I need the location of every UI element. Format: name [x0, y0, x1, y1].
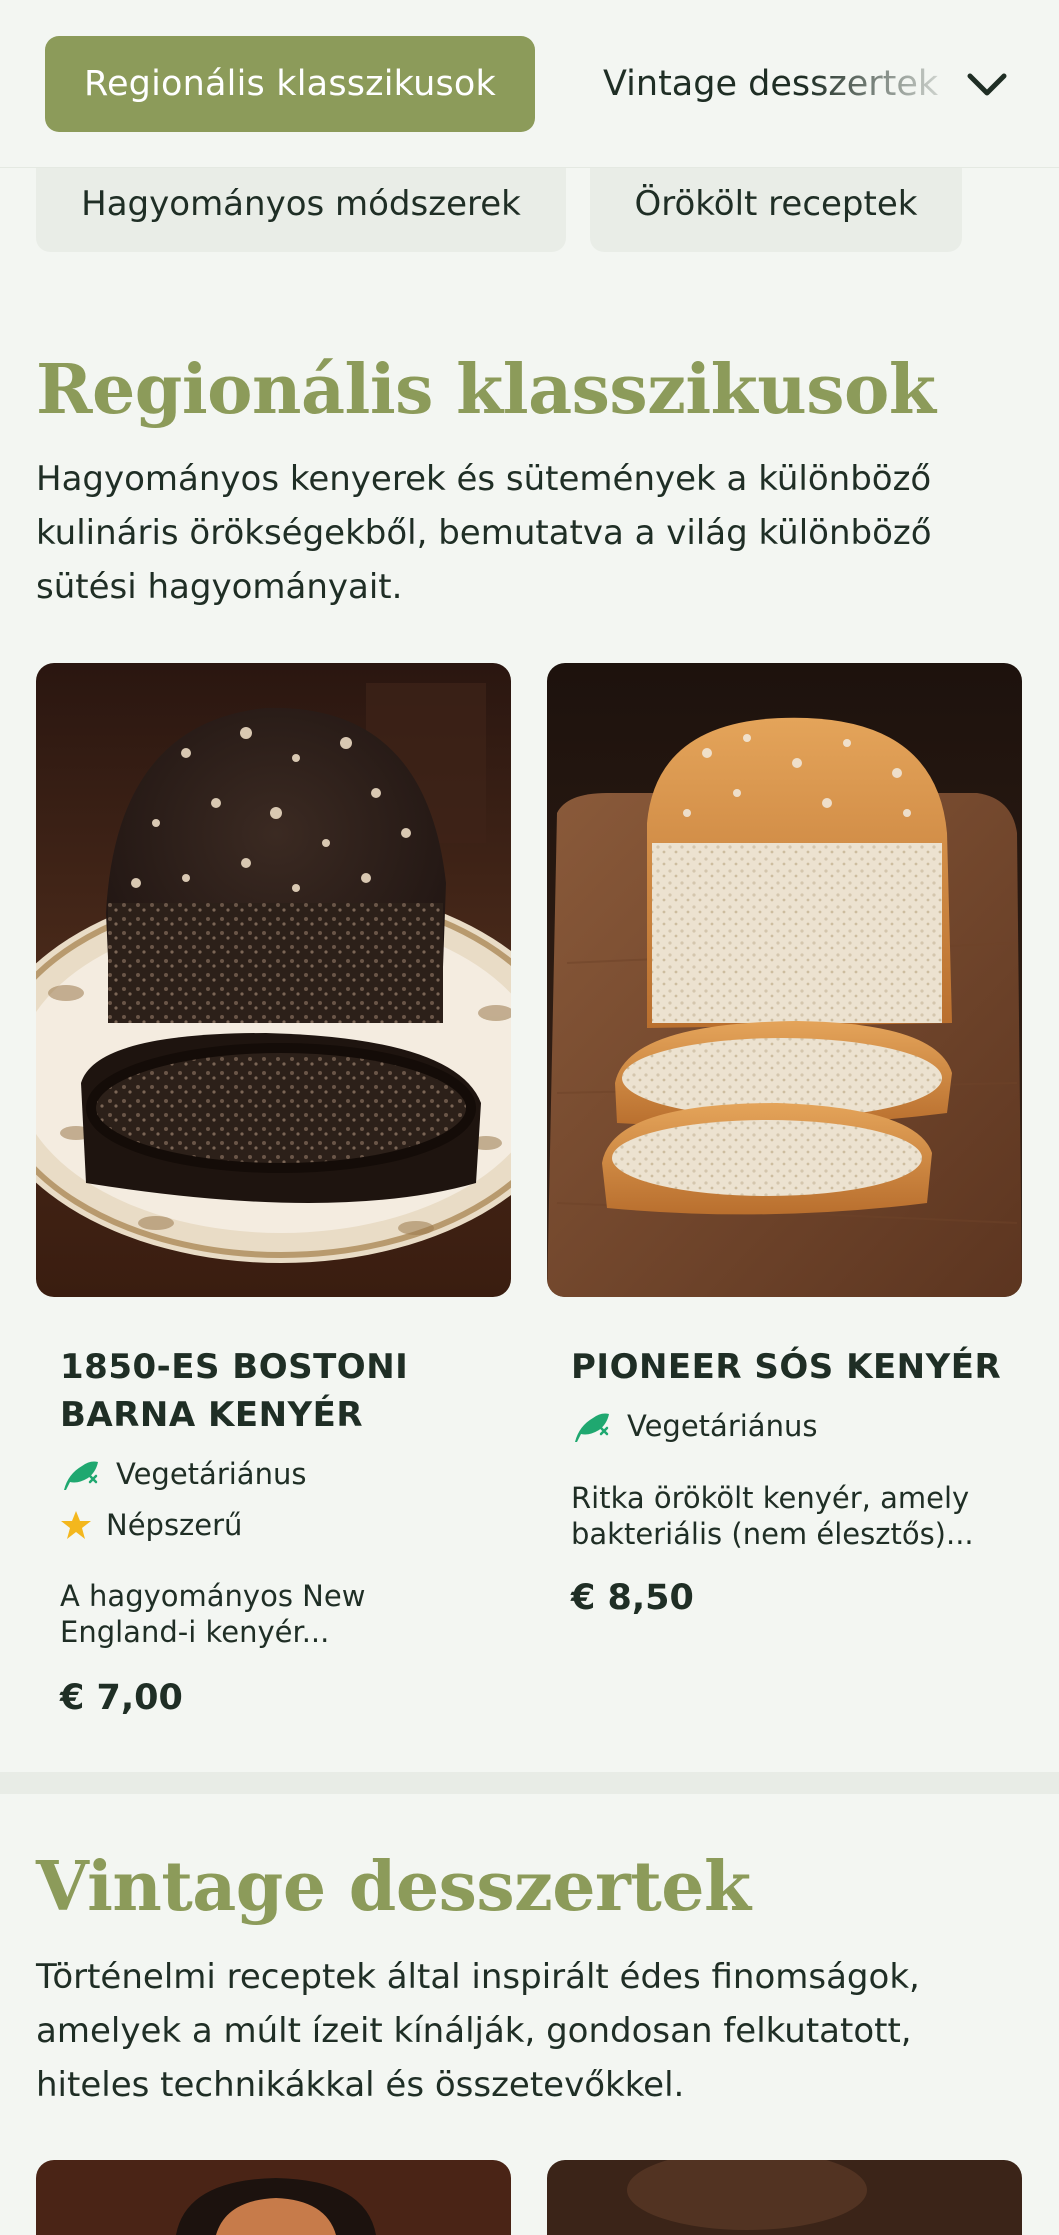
- section-description: Hagyományos kenyerek és sütemények a kül…: [36, 459, 932, 607]
- tab-vintage-desszertek[interactable]: Vintage desszertek: [603, 36, 943, 132]
- product-title[interactable]: 1850-ES BOSTONI BARNA KENYÉR: [60, 1343, 460, 1439]
- product-image-pioneer-salt-bread[interactable]: [547, 663, 1022, 1297]
- tag-vegetarian: Vegetáriánus: [571, 1408, 817, 1444]
- chevron-down-icon[interactable]: [962, 60, 1012, 110]
- tag-label: Vegetáriánus: [627, 1409, 818, 1443]
- category-nav-bar: Regionális klasszikusok Vintage desszert…: [0, 0, 1059, 168]
- section-title: Regionális klasszikusok: [36, 350, 936, 430]
- star-icon: [61, 1511, 91, 1539]
- product-description: Ritka örökölt kenyér, amely bakteriális …: [571, 1481, 974, 1551]
- product-description: A hagyományos New England-i kenyér...: [60, 1579, 366, 1649]
- product-image-dessert-1[interactable]: [36, 2160, 511, 2235]
- leaf-icon: [64, 1461, 98, 1490]
- tag-label: Népszerű: [106, 1508, 243, 1542]
- leaf-icon: [575, 1413, 609, 1442]
- product-image-boston-brown-bread[interactable]: [36, 663, 511, 1297]
- product-image-dessert-2[interactable]: [547, 2160, 1022, 2235]
- tag-popular: Népszerű: [60, 1508, 242, 1542]
- product-title[interactable]: PIONEER SÓS KENYÉR: [571, 1343, 1011, 1391]
- tab-regionalis-klasszikusok[interactable]: Regionális klasszikusok: [45, 36, 535, 132]
- tag-label: Vegetáriánus: [116, 1457, 307, 1491]
- section-description: Történelmi receptek által inspirált édes…: [36, 1957, 920, 2105]
- section-divider: [0, 1772, 1059, 1794]
- section-title: Vintage desszertek: [36, 1847, 751, 1927]
- product-price: € 7,00: [60, 1678, 183, 1718]
- product-price: € 8,50: [571, 1578, 694, 1618]
- tag-vegetarian: Vegetáriánus: [60, 1456, 306, 1492]
